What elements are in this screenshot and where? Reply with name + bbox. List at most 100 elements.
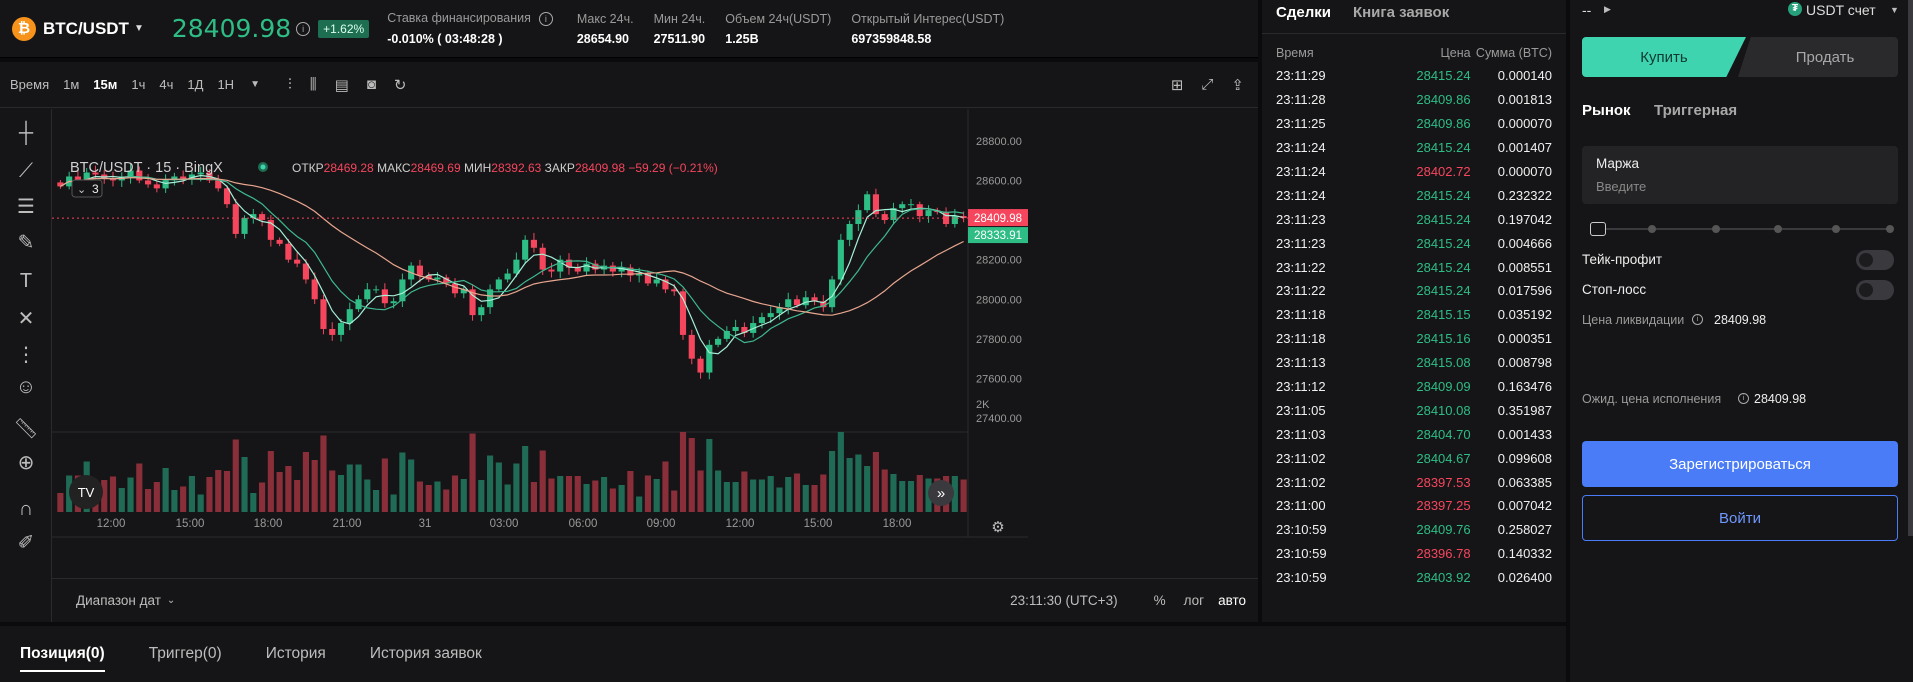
trade-time: 23:11:03	[1276, 426, 1326, 442]
trade-amount: 0.001433	[1497, 426, 1552, 442]
volume-bar	[583, 484, 590, 512]
trade-amount: 0.001407	[1497, 140, 1552, 156]
candle-body	[715, 338, 722, 345]
volume-bar	[487, 455, 494, 512]
trade-price: 28415.24	[1416, 68, 1471, 84]
stat-label: Макс 24ч.	[576, 11, 634, 26]
tab-trigger[interactable]: Триггерная	[1654, 102, 1737, 119]
volume-bar	[399, 452, 406, 512]
open-interest-stat: Открытый Интерес(USDT) 697359848.58	[851, 12, 1004, 46]
margin-label: Маржа	[1596, 156, 1639, 171]
y-tick-label: 27600.00	[976, 373, 1022, 385]
log-scale-button[interactable]: лог	[1184, 593, 1204, 608]
tab-history[interactable]: История	[266, 626, 326, 682]
info-icon[interactable]: i	[1692, 314, 1703, 325]
volume-bar	[250, 493, 257, 512]
volume-bar	[697, 470, 704, 512]
candle-body	[285, 243, 292, 260]
trade-price: 28404.70	[1416, 426, 1471, 442]
leverage-slider[interactable]	[1590, 222, 1894, 236]
candlestick-chart[interactable]: 28800.0028600.0028400.0028200.0028000.00…	[0, 62, 1258, 578]
candle-body	[688, 334, 695, 359]
slider-handle[interactable]	[1590, 222, 1606, 236]
register-button[interactable]: Зарегистрироваться	[1582, 441, 1898, 487]
take-profit-label: Тейк-профит	[1582, 252, 1663, 267]
sell-tab-button[interactable]: Продать	[1738, 37, 1898, 77]
account-selector[interactable]: USDT счет	[1806, 2, 1876, 18]
info-icon[interactable]: i	[538, 11, 553, 26]
volume-bar	[373, 490, 380, 512]
volume-bar	[504, 484, 511, 512]
trade-price: 28415.15	[1416, 307, 1471, 323]
caret-down-icon[interactable]: ▼	[1890, 5, 1899, 15]
take-profit-toggle[interactable]	[1856, 250, 1894, 270]
candle-body	[583, 263, 590, 272]
tab-positions[interactable]: Позиция(0)	[20, 626, 105, 682]
volume-bar	[837, 432, 844, 512]
candle-body	[793, 299, 801, 306]
liquidation-label: Цена ликвидации	[1582, 313, 1685, 327]
trade-time: 23:11:23	[1276, 211, 1326, 227]
candle-body	[320, 299, 327, 329]
trade-time: 23:11:24	[1276, 140, 1326, 156]
trade-row: 23:11:28 28409.86 0.001813	[1262, 88, 1566, 112]
scrollbar[interactable]	[1908, 0, 1913, 536]
volume-bar	[188, 476, 195, 512]
volume-bar	[855, 454, 862, 512]
login-button[interactable]: Войти	[1582, 495, 1898, 541]
col-amount: Сумма (BTC)	[1475, 46, 1552, 60]
tab-triggers[interactable]: Триггер(0)	[149, 626, 222, 682]
trade-time: 23:11:05	[1276, 402, 1326, 418]
candle-body	[837, 239, 844, 280]
trade-row: 23:11:24 28415.24 0.232322	[1262, 183, 1566, 207]
tab-market[interactable]: Рынок	[1582, 102, 1631, 119]
volume-bar	[846, 458, 853, 512]
pair-selector[interactable]: BTC/USDT	[43, 19, 129, 39]
date-range-button[interactable]: Диапазон дат	[76, 593, 161, 608]
trade-row: 23:11:18 28415.15 0.035192	[1262, 303, 1566, 327]
volume-bar	[820, 474, 827, 512]
volume-bar	[294, 480, 301, 512]
candle-body	[215, 180, 222, 189]
tab-order-history[interactable]: История заявок	[370, 626, 482, 682]
volume-bar	[276, 472, 283, 512]
chevron-down-icon[interactable]: ⌄	[167, 595, 175, 606]
candle-body	[416, 265, 423, 276]
trade-row: 23:11:05 28410.08 0.351987	[1262, 398, 1566, 422]
liquidation-value: 28409.98	[1714, 313, 1767, 327]
margin-field[interactable]: Маржа Введите	[1582, 146, 1898, 204]
trade-row: 23:11:22 28415.24 0.008551	[1262, 255, 1566, 279]
volume-bar	[460, 479, 467, 512]
caret-down-icon[interactable]: ▼	[134, 23, 144, 34]
buy-tab-button[interactable]: Купить	[1582, 37, 1746, 77]
percent-scale-button[interactable]: %	[1154, 593, 1166, 608]
volume-bar	[408, 459, 415, 512]
info-icon[interactable]: i	[1738, 393, 1749, 404]
trade-price: 28410.08	[1416, 402, 1471, 418]
stat-value: 697359848.58	[851, 31, 932, 46]
tab-trades[interactable]: Сделки	[1276, 4, 1331, 33]
caret-right-icon[interactable]: ▶	[1604, 4, 1611, 15]
account-left: --	[1582, 2, 1592, 18]
x-tick-label: 21:00	[333, 518, 362, 530]
auto-scale-button[interactable]: авто	[1218, 593, 1246, 608]
trade-amount: 0.063385	[1497, 474, 1552, 490]
stop-loss-toggle[interactable]	[1856, 280, 1894, 300]
volume-bar	[548, 478, 555, 512]
candle-body	[855, 210, 862, 225]
info-icon[interactable]: i	[296, 21, 311, 36]
volume-bar	[109, 476, 117, 512]
candle-body	[145, 180, 152, 185]
ohlc-legend: ОТКР28469.28 МАКС28469.69 МИН28392.63 ЗА…	[292, 161, 718, 175]
candle-body	[513, 259, 520, 274]
live-dot-core	[260, 164, 266, 170]
trade-time: 23:11:24	[1276, 164, 1326, 179]
trade-row: 23:11:24 28415.24 0.001407	[1262, 136, 1566, 160]
register-label: Зарегистрироваться	[1669, 455, 1811, 473]
volume-bar	[723, 482, 730, 512]
stat-label: Ставка финансирования	[387, 11, 531, 26]
trade-time: 23:11:25	[1276, 116, 1326, 132]
trade-price: 28409.86	[1416, 116, 1471, 132]
volume-bar	[241, 457, 248, 512]
tab-order-book[interactable]: Книга заявок	[1353, 4, 1449, 33]
